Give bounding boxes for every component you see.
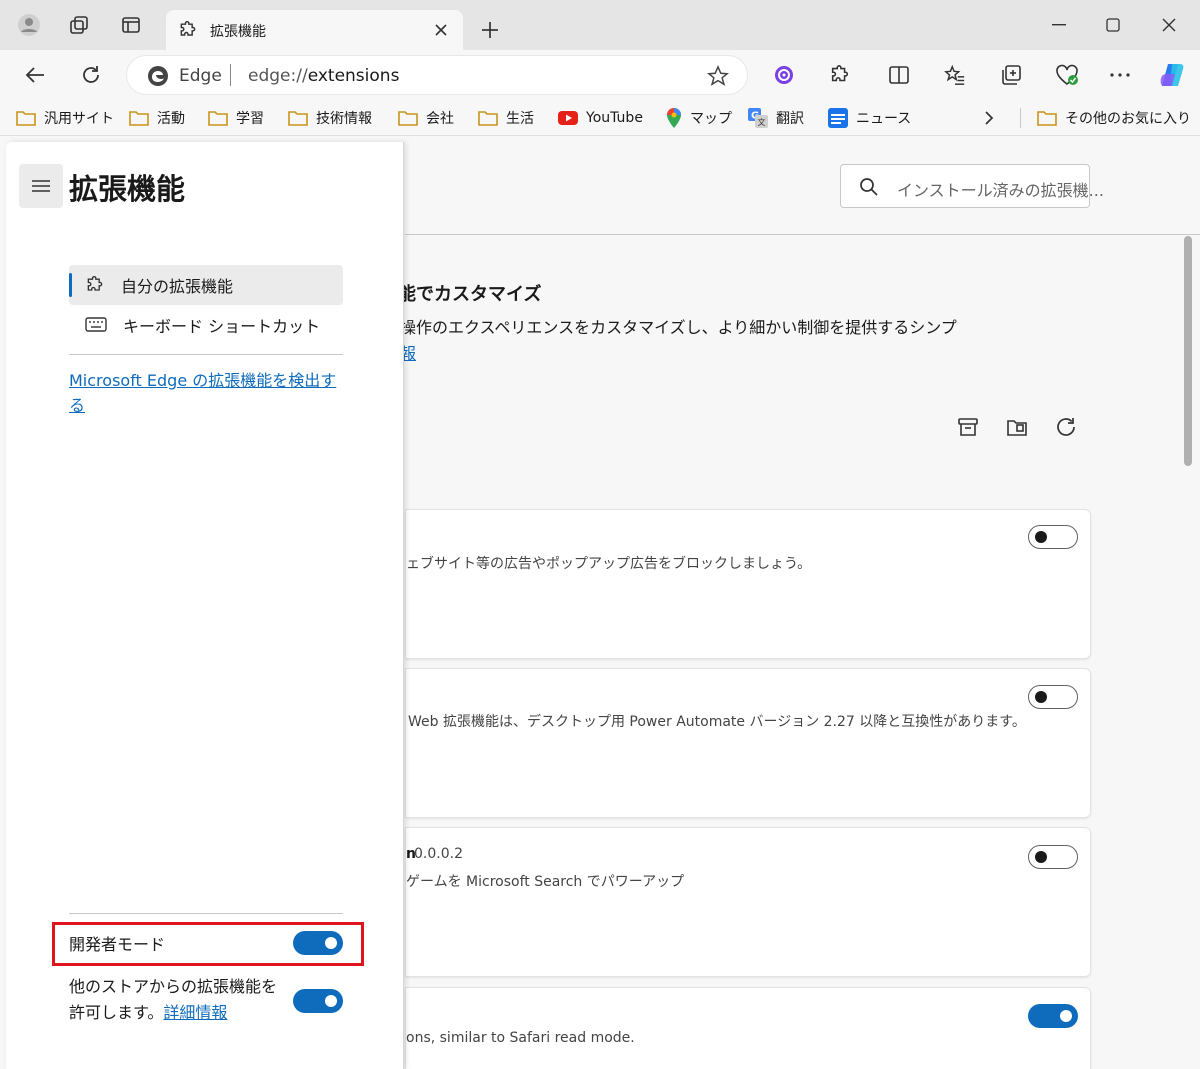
youtube-icon: [558, 111, 578, 125]
page-scrollbar[interactable]: [1184, 236, 1192, 466]
header-divider: [405, 234, 1200, 235]
extension-description: Web 拡張機能は、デスクトップ用 Power Automate バージョン 2…: [408, 714, 1026, 730]
load-unpacked-icon[interactable]: [1003, 413, 1031, 441]
close-window-icon[interactable]: [1146, 6, 1192, 44]
extension-enable-toggle[interactable]: [1028, 845, 1078, 869]
pack-extension-icon[interactable]: [954, 413, 982, 441]
address-scheme: edge://: [248, 66, 308, 86]
copilot-extension-icon[interactable]: [767, 58, 801, 92]
folder-icon: [129, 111, 149, 126]
allow-other-stores-label: 他のストアからの拡張機能を許可します。詳細情報: [69, 977, 278, 1022]
maps-pin-icon: [667, 108, 681, 128]
puzzle-icon: [178, 20, 198, 40]
translate-icon: G文: [748, 108, 768, 128]
extension-enable-toggle[interactable]: [1028, 525, 1078, 549]
extension-card: ons, similar to Safari read mode.: [405, 987, 1091, 1069]
address-bar[interactable]: Edge edge://extensions: [126, 55, 748, 95]
allow-stores-learn-more-link[interactable]: 詳細情報: [163, 1003, 227, 1022]
favorite-item[interactable]: ニュース: [828, 106, 911, 130]
folder-icon: [1037, 111, 1057, 126]
tab-title: 拡張機能: [210, 24, 266, 40]
other-favorites[interactable]: その他のお気に入り: [1037, 106, 1191, 130]
favorite-item[interactable]: 学習: [208, 106, 264, 130]
refresh-icon[interactable]: [74, 58, 108, 92]
sidebar-divider: [69, 913, 343, 914]
discover-extensions-link[interactable]: Microsoft Edge の拡張機能を検出する: [69, 368, 345, 418]
active-indicator: [69, 273, 72, 297]
minimize-icon[interactable]: [1036, 6, 1082, 44]
folder-icon: [288, 111, 308, 126]
folder-icon: [398, 111, 418, 126]
vertical-tabs-icon[interactable]: [114, 8, 148, 42]
more-options-icon[interactable]: [1103, 58, 1137, 92]
collections-icon[interactable]: [994, 58, 1028, 92]
hero-title: 能でカスタマイズ: [398, 284, 542, 305]
split-screen-icon[interactable]: [882, 58, 916, 92]
extension-enable-toggle[interactable]: [1028, 1004, 1078, 1028]
search-extensions-input[interactable]: インストール済みの拡張機...: [840, 164, 1104, 208]
back-icon[interactable]: [18, 58, 52, 92]
nav-my-extensions[interactable]: 自分の拡張機能: [69, 265, 343, 305]
browser-toolbar: Edge edge://extensions: [0, 50, 1200, 135]
favorite-item[interactable]: マップ: [666, 106, 732, 130]
favorite-item[interactable]: 活動: [129, 106, 185, 130]
developer-mode-label: 開発者モード: [69, 935, 166, 954]
nav-label: 自分の拡張機能: [121, 277, 234, 296]
tab-extensions[interactable]: 拡張機能: [166, 10, 463, 50]
close-tab-icon[interactable]: [427, 16, 455, 44]
news-icon: [828, 108, 848, 128]
address-brand: Edge: [179, 66, 222, 86]
extension-description: ェブサイト等の広告やポップアップ広告をブロックしましょう。: [406, 556, 812, 572]
folder-icon: [16, 111, 36, 126]
nav-label: キーボード ショートカット: [123, 317, 321, 336]
favorite-item[interactable]: 技術情報: [288, 106, 372, 130]
extension-version: 0.0.0.2: [414, 846, 463, 862]
extension-card: ェブサイト等の広告やポップアップ広告をブロックしましょう。: [405, 509, 1091, 659]
tab-strip: 拡張機能: [0, 0, 1200, 50]
hero-description: 操作のエクスペリエンスをカスタマイズし、より細かい制御を提供するシンプ: [400, 318, 957, 337]
favorite-star-icon[interactable]: [707, 65, 729, 87]
favorites-separator: [1020, 108, 1021, 128]
new-tab-icon[interactable]: [473, 13, 507, 47]
extension-description: ゲームを Microsoft Search でパワーアップ: [406, 874, 685, 890]
svg-text:文: 文: [758, 117, 766, 127]
profile-avatar-icon[interactable]: [12, 8, 46, 42]
address-path: extensions: [307, 66, 400, 86]
favorite-item[interactable]: YouTube: [558, 106, 643, 130]
update-refresh-icon[interactable]: [1052, 413, 1080, 441]
nav-keyboard-shortcuts[interactable]: キーボード ショートカット: [69, 305, 343, 345]
address-url: edge://extensions: [248, 66, 399, 86]
keyboard-icon: [85, 317, 107, 332]
folder-icon: [208, 111, 228, 126]
favorites-overflow-chevron-icon[interactable]: [984, 106, 1002, 130]
page-title: 拡張機能: [69, 172, 186, 206]
search-placeholder: インストール済みの拡張機...: [897, 181, 1104, 200]
favorites-bar: 汎用サイト 活動 学習 技術情報 会社 生活 YouTube マップ G文 翻訳…: [0, 100, 1200, 136]
favorite-item[interactable]: G文 翻訳: [748, 106, 804, 130]
extensions-sidebar: 拡張機能 自分の拡張機能 キーボード ショートカット Microsoft Edg…: [6, 142, 404, 1069]
extension-card: Web 拡張機能は、デスクトップ用 Power Automate バージョン 2…: [405, 668, 1091, 818]
developer-mode-toggle[interactable]: [293, 931, 343, 955]
workspaces-icon[interactable]: [62, 8, 96, 42]
maximize-icon[interactable]: [1090, 6, 1136, 44]
copilot-icon[interactable]: [1155, 58, 1189, 92]
hamburger-menu-icon[interactable]: [19, 164, 63, 208]
edge-logo-icon: [147, 65, 169, 87]
favorite-item[interactable]: 生活: [478, 106, 534, 130]
browser-essentials-icon[interactable]: [1050, 58, 1084, 92]
favorites-list-icon[interactable]: [938, 58, 972, 92]
favorite-item[interactable]: 汎用サイト: [16, 106, 114, 130]
search-icon: [859, 177, 879, 197]
favorite-item[interactable]: 会社: [398, 106, 454, 130]
extension-enable-toggle[interactable]: [1028, 685, 1078, 709]
folder-icon: [478, 111, 498, 126]
extension-description: ons, similar to Safari read mode.: [406, 1030, 635, 1046]
sidebar-divider: [69, 354, 343, 355]
allow-other-stores-toggle[interactable]: [293, 989, 343, 1013]
address-separator: [230, 64, 231, 86]
extensions-icon[interactable]: [823, 58, 857, 92]
puzzle-icon: [87, 276, 103, 291]
extension-card: n 0.0.0.2 ゲームを Microsoft Search でパワーアップ: [405, 827, 1091, 977]
